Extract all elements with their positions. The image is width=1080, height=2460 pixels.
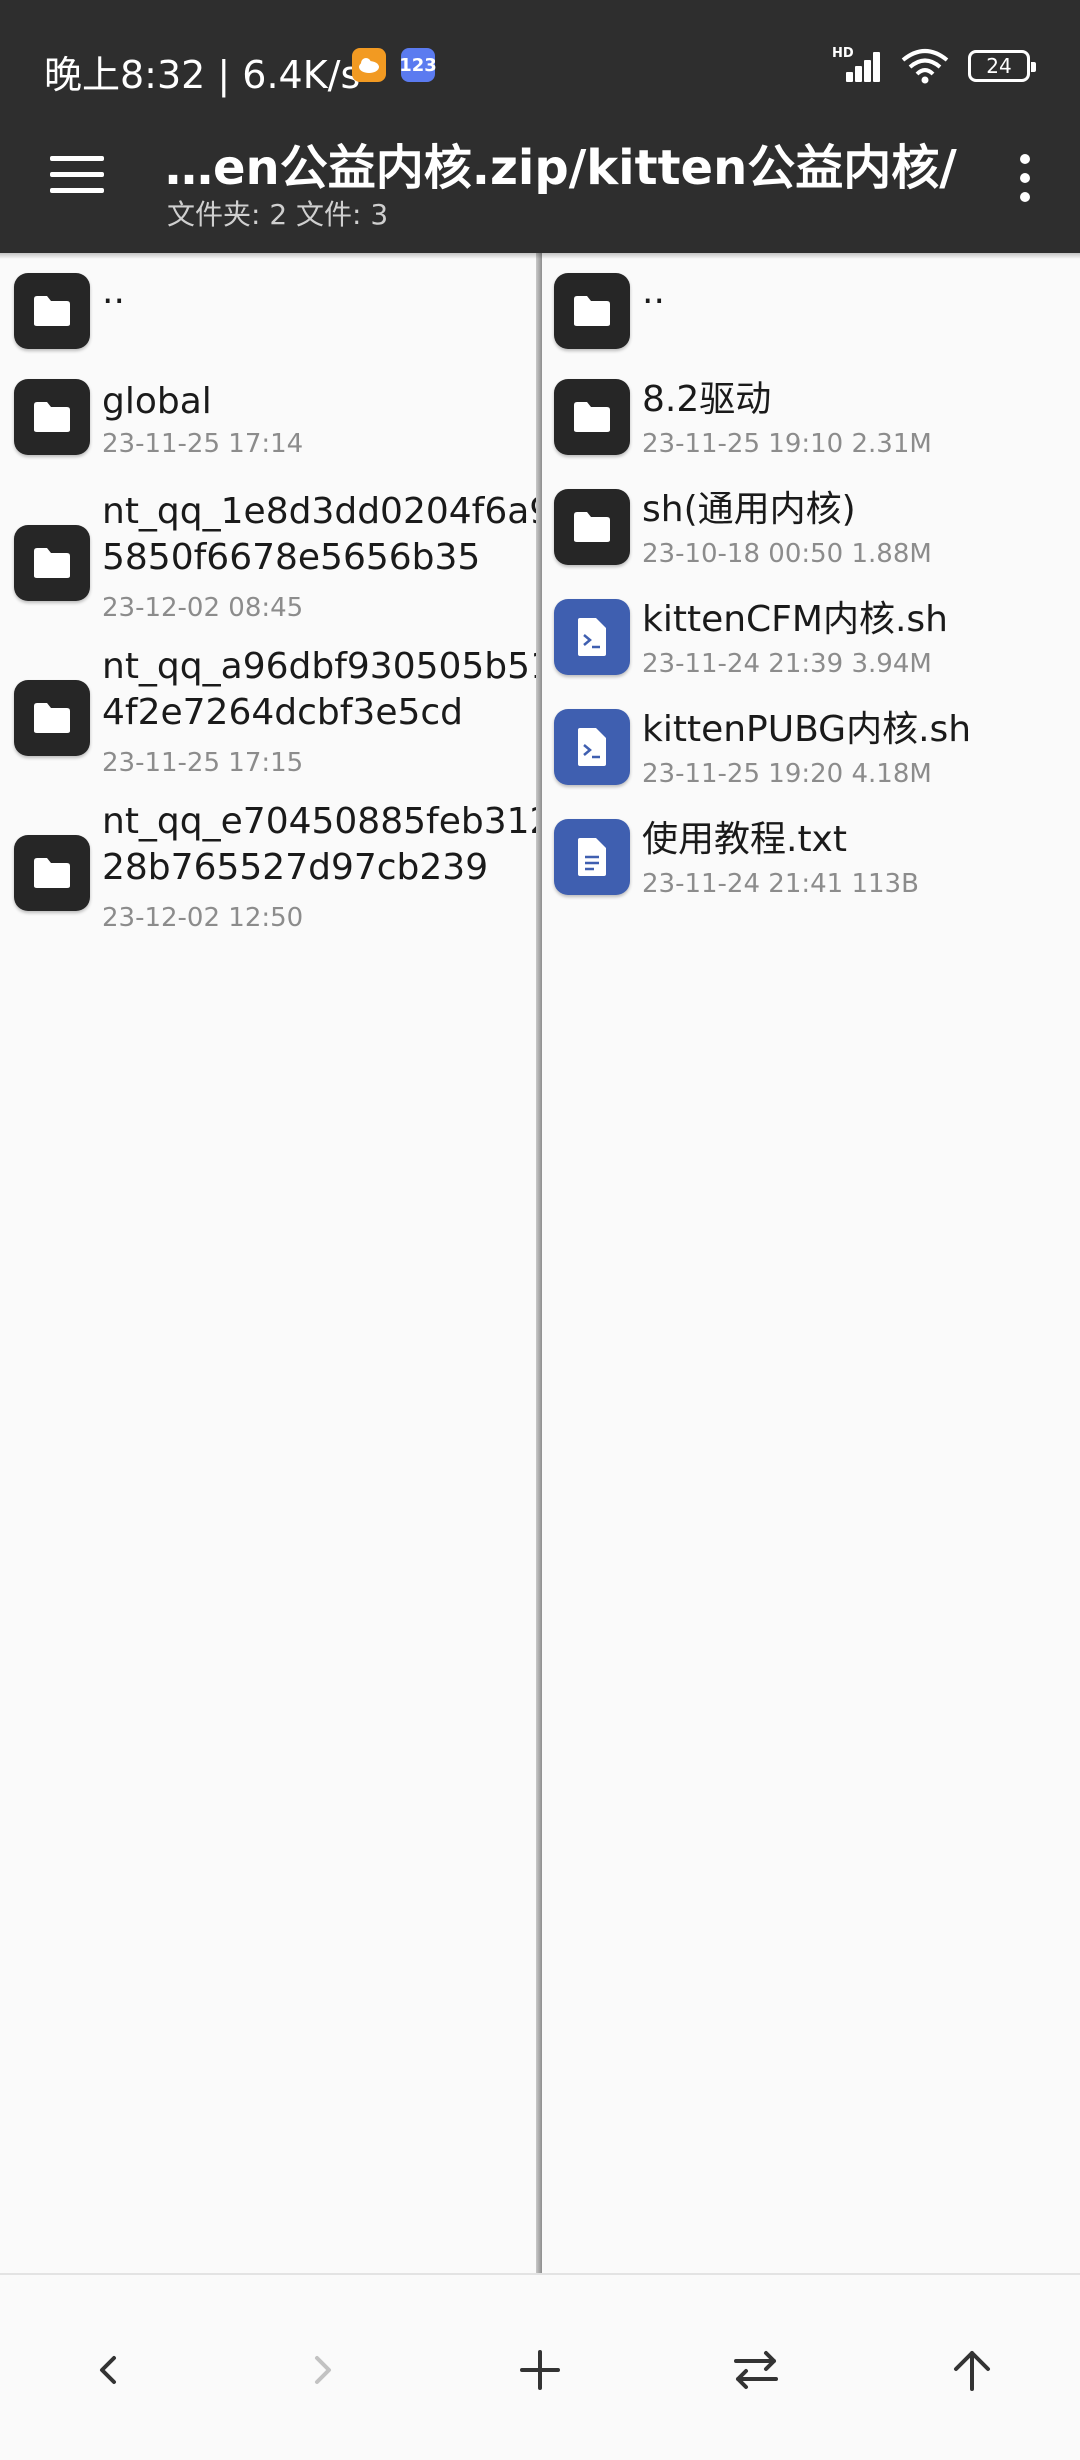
folder-file-count: 文件夹: 2 文件: 3	[167, 198, 389, 231]
text-file-icon	[554, 819, 630, 895]
list-item[interactable]: sh(通用内核) 23-10-18 00:50 1.88M	[540, 487, 1080, 583]
add-icon	[520, 2350, 560, 2390]
item-name-line1: nt_qq_e70450885feb312	[102, 801, 553, 842]
wifi-icon	[901, 49, 949, 84]
item-name: kittenPUBG内核.sh	[642, 709, 972, 750]
folder-icon	[14, 273, 90, 349]
toolbar-shadow	[0, 253, 1080, 259]
list-item[interactable]: 8.2驱动 23-11-25 19:10 2.31M	[540, 377, 1080, 473]
item-meta: 23-11-24 21:39 3.94M	[642, 649, 932, 679]
list-item[interactable]: nt_qq_a96dbf930505b51 4f2e7264dcbf3e5cd …	[0, 644, 553, 784]
item-name: sh(通用内核)	[642, 489, 856, 530]
status-bar: 晚上8:32 | 6.4K/s 123 HD 24	[0, 0, 1080, 130]
hd-label: HD	[832, 46, 854, 61]
list-item[interactable]: kittenPUBG内核.sh 23-11-25 19:20 4.18M	[540, 707, 1080, 803]
back-icon	[100, 2356, 116, 2384]
item-name-line1: nt_qq_a96dbf930505b51	[102, 646, 553, 687]
item-meta: 23-12-02 08:45	[102, 593, 304, 623]
cellular-signal-icon: HD	[832, 46, 882, 84]
item-name: global	[102, 381, 212, 422]
add-button[interactable]	[500, 2330, 580, 2410]
list-item[interactable]: nt_qq_1e8d3dd0204f6a9 5850f6678e5656b35 …	[0, 489, 552, 629]
status-icons: HD 24	[832, 46, 1036, 86]
swap-icon	[734, 2351, 778, 2389]
item-meta: 23-11-25 19:10 2.31M	[642, 429, 932, 459]
swap-panes-button[interactable]	[716, 2330, 796, 2410]
app-123-icon: 123	[399, 48, 437, 82]
right-file-pane: .. 8.2驱动 23-11-25 19:10 2.31M sh(通用内核) 2…	[540, 253, 1080, 2273]
list-item[interactable]: nt_qq_e70450885feb312 28b765527d97cb239 …	[0, 799, 552, 939]
item-name: kittenCFM内核.sh	[642, 599, 948, 640]
menu-button[interactable]	[50, 152, 104, 196]
list-item[interactable]: kittenCFM内核.sh 23-11-24 21:39 3.94M	[540, 597, 1080, 693]
battery-icon: 24	[968, 50, 1036, 82]
item-meta: 23-10-18 00:50 1.88M	[642, 539, 932, 569]
item-name: ..	[102, 271, 125, 312]
forward-button[interactable]	[283, 2330, 363, 2410]
left-file-pane: .. global 23-11-25 17:14 nt_qq_1e8d3dd02…	[0, 253, 553, 2273]
bottom-navigation-bar	[0, 2273, 1080, 2460]
item-name-line2: 28b765527d97cb239	[102, 847, 489, 888]
folder-icon	[14, 379, 90, 455]
folder-icon	[554, 379, 630, 455]
folder-icon	[554, 273, 630, 349]
list-item[interactable]: global 23-11-25 17:14	[0, 373, 538, 469]
weather-app-icon	[352, 48, 386, 82]
item-name-line2: 5850f6678e5656b35	[102, 537, 481, 578]
folder-icon	[554, 489, 630, 565]
folder-icon	[14, 835, 90, 911]
more-options-button[interactable]	[1004, 150, 1044, 206]
folder-icon	[14, 680, 90, 756]
script-file-icon	[554, 599, 630, 675]
pane-divider[interactable]	[536, 253, 542, 2273]
item-meta: 23-11-25 17:14	[102, 429, 304, 459]
item-meta: 23-11-25 17:15	[102, 748, 304, 778]
item-name-line1: nt_qq_1e8d3dd0204f6a9	[102, 491, 553, 532]
item-name: 8.2驱动	[642, 379, 772, 420]
top-app-bar: 晚上8:32 | 6.4K/s 123 HD 24 …en公益内核.zip/ki…	[0, 0, 1080, 253]
item-meta: 23-12-02 12:50	[102, 903, 304, 933]
item-meta: 23-11-24 21:41 113B	[642, 869, 919, 899]
forward-icon	[315, 2356, 331, 2384]
folder-icon	[14, 525, 90, 601]
status-time-speed: 晚上8:32 | 6.4K/s	[44, 53, 361, 97]
list-item-parent-dir[interactable]: ..	[0, 269, 538, 349]
item-name: ..	[642, 271, 665, 312]
battery-level: 24	[986, 54, 1012, 78]
item-name: 使用教程.txt	[642, 819, 847, 860]
script-file-icon	[554, 709, 630, 785]
back-button[interactable]	[68, 2330, 148, 2410]
list-item[interactable]: 使用教程.txt 23-11-24 21:41 113B	[540, 817, 1080, 913]
item-name-line2: 4f2e7264dcbf3e5cd	[102, 692, 464, 733]
path-title: …en公益内核.zip/kitten公益内核/	[165, 140, 957, 196]
item-meta: 23-11-25 19:20 4.18M	[642, 759, 932, 789]
up-icon	[954, 2351, 990, 2391]
up-directory-button[interactable]	[932, 2330, 1012, 2410]
list-item-parent-dir[interactable]: ..	[540, 269, 1080, 349]
